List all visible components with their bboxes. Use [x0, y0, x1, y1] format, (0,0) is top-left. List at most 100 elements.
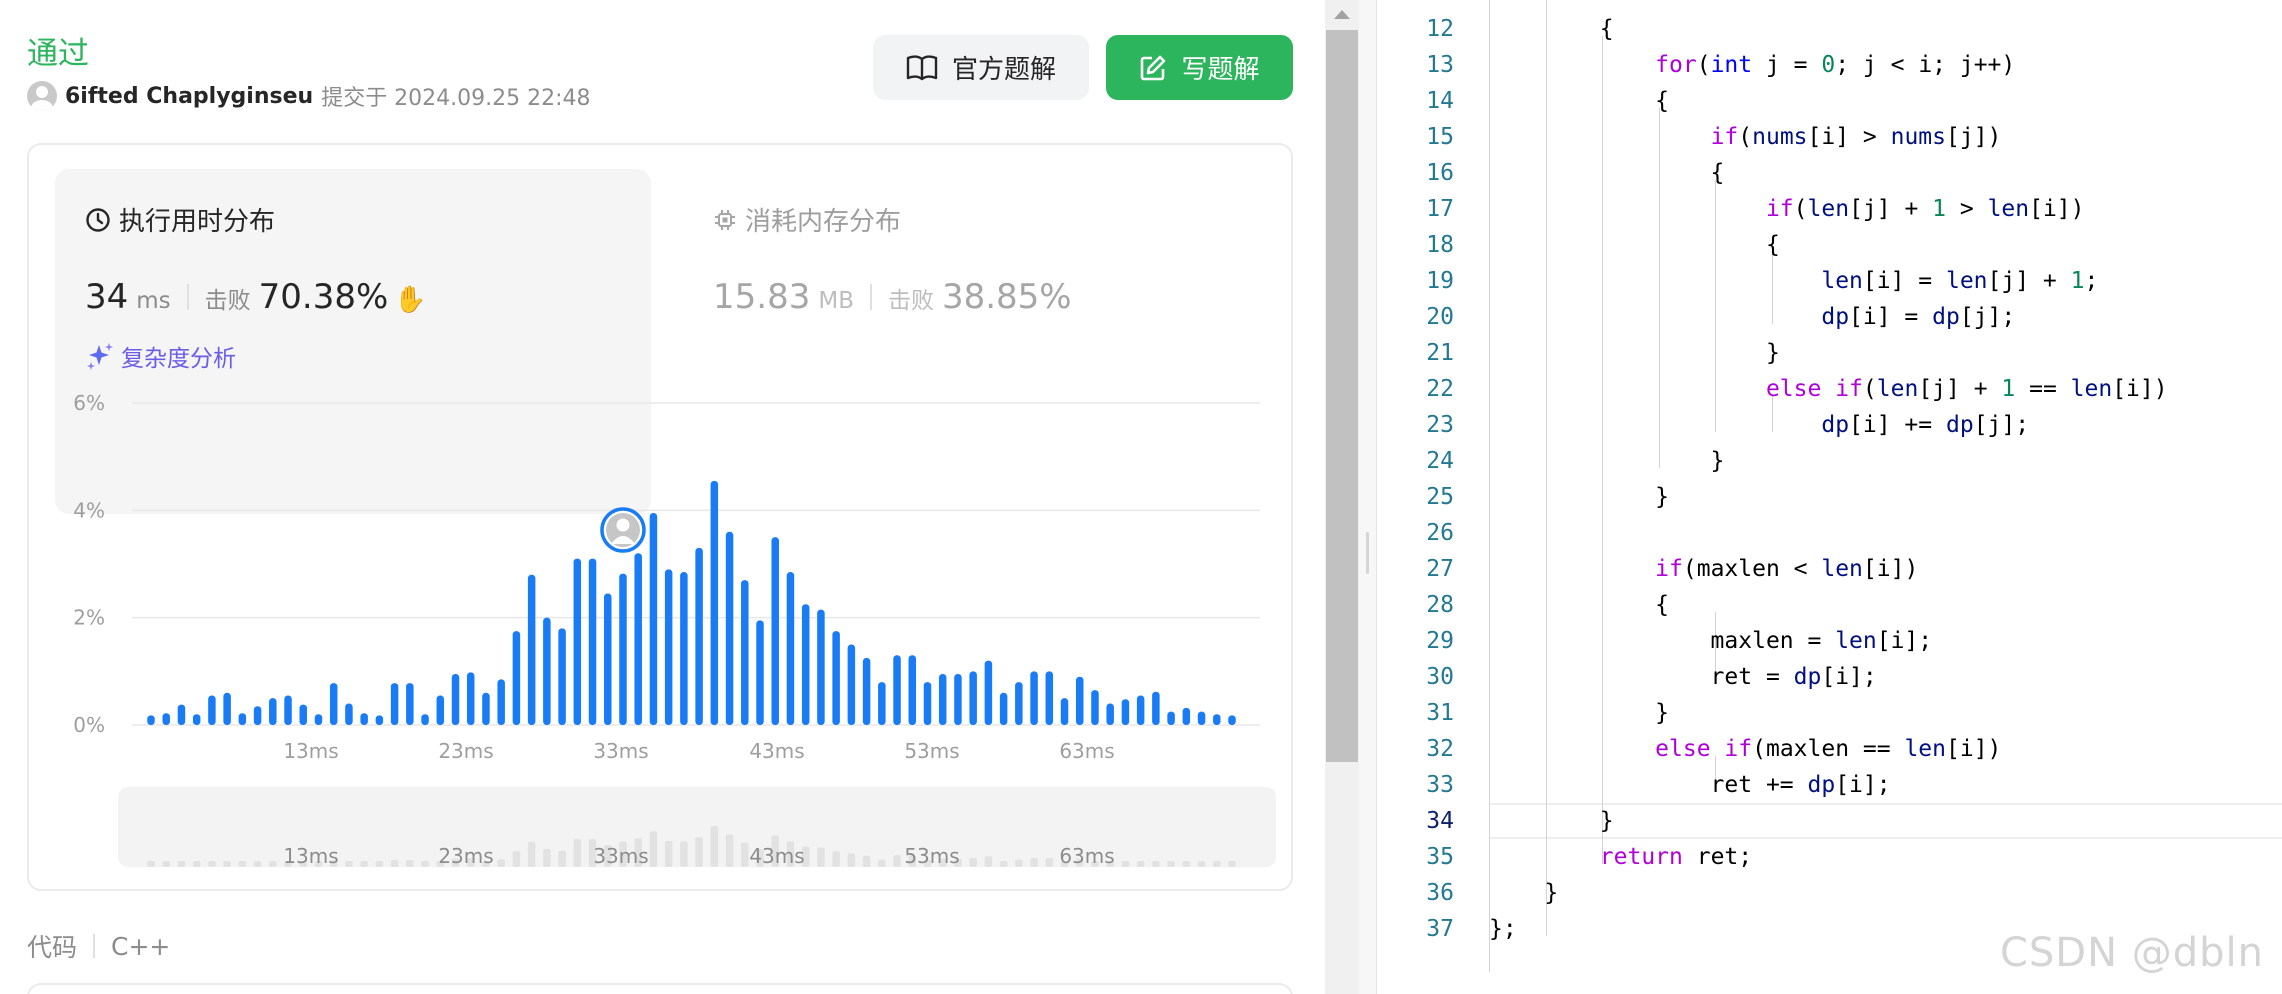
chart-bar — [923, 682, 932, 725]
code-text: { — [1489, 88, 1670, 114]
chart-bars — [147, 480, 1236, 725]
chart-bar — [1213, 714, 1221, 725]
code-line[interactable]: 32 else if(maxlen == len[i]) — [1378, 731, 2282, 767]
code-text: ret = dp[i]; — [1489, 664, 1877, 690]
scrollbar-thumb[interactable] — [1326, 30, 1358, 762]
chart-bar — [1060, 698, 1069, 725]
chart-bar — [1152, 691, 1160, 725]
chart-bar — [1075, 676, 1084, 725]
code-line[interactable]: 27 if(maxlen < len[i]) — [1378, 551, 2282, 587]
chart-bar — [680, 572, 688, 725]
minimap-bar — [1182, 861, 1191, 867]
code-line[interactable]: 31 } — [1378, 695, 2282, 731]
minimap-tick-label: 43ms — [749, 844, 804, 868]
x-tick-label: 33ms — [593, 739, 648, 763]
minimap-bar — [253, 861, 262, 867]
code-language: C++ — [111, 931, 171, 961]
chart-bar — [1015, 682, 1023, 725]
chart-bar — [1167, 711, 1175, 725]
line-number: 20 — [1426, 304, 1454, 330]
line-number: 12 — [1426, 16, 1454, 42]
code-line[interactable]: 33 ret += dp[i]; — [1378, 767, 2282, 803]
minimap-bar — [878, 859, 886, 867]
chart-bar — [375, 715, 384, 725]
code-line[interactable]: 29 maxlen = len[i]; — [1378, 623, 2282, 659]
minimap-tick-label: 53ms — [904, 844, 959, 868]
code-line[interactable]: 23 dp[i] += dp[j]; — [1378, 407, 2282, 443]
minimap-bar — [406, 859, 414, 867]
scroll-up-arrow-icon[interactable] — [1334, 10, 1350, 19]
y-tick-label: 0% — [73, 713, 105, 737]
minimap-tick-label: 63ms — [1059, 844, 1114, 868]
code-editor[interactable]: 12 {13 for(int j = 0; j < i; j++) 14 {15 … — [1378, 0, 2282, 994]
code-line[interactable]: 36 } — [1378, 875, 2282, 911]
code-line[interactable]: 22 else if(len[j] + 1 == len[i]) — [1378, 371, 2282, 407]
code-line[interactable]: 15 if(nums[i] > nums[j]) — [1378, 119, 2282, 155]
chart-bar — [634, 553, 642, 725]
chart-bar — [832, 631, 840, 725]
minimap-bar — [847, 853, 856, 867]
code-line[interactable]: 12 { — [1378, 11, 2282, 47]
chart-bar — [406, 683, 414, 725]
code-line[interactable]: 28 { — [1378, 587, 2282, 623]
code-line[interactable]: 25 } — [1378, 479, 2282, 515]
minimap-bar — [527, 841, 536, 867]
minimap-bar — [817, 847, 825, 867]
chart-bar — [162, 713, 170, 725]
code-line[interactable]: 17 if(len[j] + 1 > len[i]) — [1378, 191, 2282, 227]
official-solution-button[interactable]: 官方题解 — [873, 35, 1089, 100]
panel-resize-handle[interactable] — [1359, 0, 1377, 994]
code-line[interactable]: 24 } — [1378, 443, 2282, 479]
chart-bar — [421, 714, 429, 725]
code-line[interactable]: 14 { — [1378, 83, 2282, 119]
code-line[interactable]: 26 — [1378, 515, 2282, 551]
chart-bar — [893, 655, 901, 725]
chart-bar — [527, 574, 536, 725]
line-number: 16 — [1426, 160, 1454, 186]
drag-grip-icon[interactable] — [1366, 532, 1369, 574]
code-line[interactable]: 13 for(int j = 0; j < i; j++) — [1378, 47, 2282, 83]
minimap-bar — [862, 855, 871, 867]
chart-bar — [390, 683, 399, 725]
left-panel-scrollbar[interactable] — [1325, 0, 1359, 994]
line-number: 21 — [1426, 340, 1454, 366]
line-number: 28 — [1426, 592, 1454, 618]
minimap-bar — [1213, 861, 1221, 867]
chart-bar — [1136, 695, 1145, 725]
chart-bar — [1182, 707, 1191, 725]
code-line[interactable]: 20 dp[i] = dp[j]; — [1378, 299, 2282, 335]
write-solution-label: 写题解 — [1181, 55, 1260, 85]
minimap-bar — [1152, 861, 1160, 867]
minimap-tick-label: 23ms — [438, 844, 493, 868]
line-number: 27 — [1426, 556, 1454, 582]
chart-bar — [1091, 690, 1099, 725]
minimap-bar — [999, 861, 1008, 867]
submission-panel: 通过 6ifted Chaplyginseu 提交于 2024.09.25 22… — [0, 0, 1325, 994]
minimap-bar — [695, 837, 703, 867]
avatar[interactable] — [27, 81, 57, 111]
chart-bar — [284, 695, 292, 725]
submitter-username[interactable]: 6ifted Chaplyginseu — [65, 84, 313, 109]
code-text: } — [1489, 880, 1559, 906]
minimap-bar — [512, 851, 521, 867]
edit-icon — [1141, 55, 1166, 80]
chart-bar — [482, 692, 490, 725]
chart-bar — [436, 695, 445, 725]
code-line[interactable]: 30 ret = dp[i]; — [1378, 659, 2282, 695]
minimap-bar — [1167, 861, 1175, 867]
chart-bar — [466, 672, 475, 725]
verdict-status: 通过 — [27, 36, 89, 72]
code-line[interactable]: 35 return ret; — [1378, 839, 2282, 875]
code-line[interactable]: 21 } — [1378, 335, 2282, 371]
write-solution-button[interactable]: 写题解 — [1106, 35, 1293, 100]
code-line[interactable]: 34 } — [1378, 803, 2282, 839]
chart-bar — [588, 558, 597, 725]
code-line[interactable]: 18 { — [1378, 227, 2282, 263]
chart-bar — [543, 617, 551, 725]
code-line[interactable]: 16 { — [1378, 155, 2282, 191]
minimap-bar — [984, 856, 993, 867]
code-text: }; — [1489, 916, 1517, 942]
code-line[interactable]: 19 len[i] = len[j] + 1; — [1378, 263, 2282, 299]
minimap-bar — [664, 840, 673, 867]
chart-bar — [984, 660, 993, 725]
